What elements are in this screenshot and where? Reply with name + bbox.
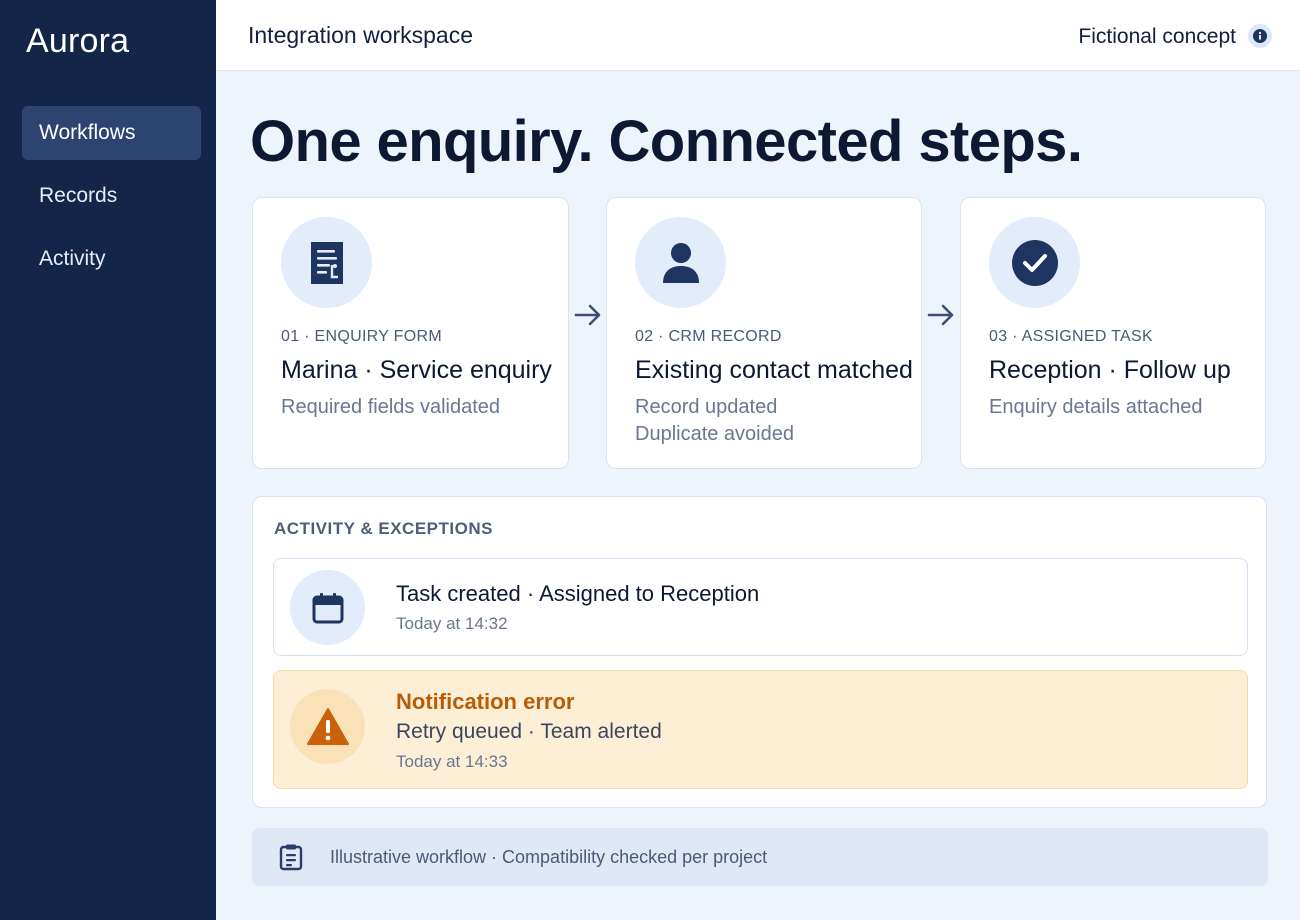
arrow-right-icon bbox=[574, 304, 601, 326]
activity-detail: Retry queued · Team alerted bbox=[396, 720, 662, 743]
step-icon-container bbox=[281, 217, 372, 308]
step-card-crm-record[interactable]: 02 · CRM RECORD Existing contact matched… bbox=[606, 197, 922, 469]
activity-icon-container bbox=[290, 689, 365, 764]
workspace-title: Integration workspace bbox=[248, 22, 474, 48]
step-detail-line: Record updated bbox=[635, 396, 778, 418]
step-tag: 02 · CRM RECORD bbox=[635, 328, 782, 345]
sidebar-nav: Workflows Records Activity bbox=[22, 106, 201, 295]
step-title: Reception · Follow up bbox=[989, 356, 1231, 384]
activity-item-notification-error[interactable]: Notification error Retry queued · Team a… bbox=[273, 670, 1248, 789]
app-window: Aurora Workflows Records Activity Integr… bbox=[0, 0, 1300, 920]
calendar-icon bbox=[312, 592, 343, 623]
sidebar-item-records[interactable]: Records bbox=[22, 169, 201, 223]
sidebar-item-activity[interactable]: Activity bbox=[22, 232, 201, 286]
brand-logo: Aurora bbox=[26, 22, 130, 60]
activity-item-task-created[interactable]: Task created · Assigned to Reception Tod… bbox=[273, 558, 1248, 656]
step-detail-line: Duplicate avoided bbox=[635, 423, 794, 445]
step-subtitle: Required fields validated bbox=[281, 394, 500, 421]
step-icon-container bbox=[989, 217, 1080, 308]
form-document-icon bbox=[310, 241, 343, 284]
info-icon bbox=[1253, 29, 1267, 43]
step-card-assigned-task[interactable]: 03 · ASSIGNED TASK Reception · Follow up… bbox=[960, 197, 1266, 469]
activity-timestamp: Today at 14:32 bbox=[396, 614, 508, 633]
step-tag: 01 · ENQUIRY FORM bbox=[281, 328, 442, 345]
person-icon bbox=[662, 242, 699, 283]
concept-label: Fictional concept bbox=[1078, 25, 1236, 48]
check-circle-icon bbox=[1011, 239, 1058, 286]
step-card-enquiry-form[interactable]: 01 · ENQUIRY FORM Marina · Service enqui… bbox=[252, 197, 569, 469]
activity-icon-container bbox=[290, 570, 365, 645]
step-detail-line: Enquiry details attached bbox=[989, 396, 1203, 418]
step-title: Marina · Service enquiry bbox=[281, 356, 552, 384]
activity-title: Notification error bbox=[396, 689, 575, 714]
warning-icon bbox=[306, 707, 349, 745]
footer-text: Illustrative workflow · Compatibility ch… bbox=[330, 847, 768, 867]
step-detail-line: Required fields validated bbox=[281, 396, 501, 418]
activity-timestamp: Today at 14:33 bbox=[396, 752, 508, 771]
clipboard-icon bbox=[279, 844, 303, 871]
activity-panel: ACTIVITY & EXCEPTIONS Task created · Ass… bbox=[252, 496, 1267, 808]
footer-note: Illustrative workflow · Compatibility ch… bbox=[252, 828, 1268, 886]
step-title: Existing contact matched bbox=[635, 356, 913, 384]
activity-title: Task created · Assigned to Reception bbox=[396, 581, 760, 606]
panel-heading: ACTIVITY & EXCEPTIONS bbox=[274, 519, 493, 538]
step-tag: 03 · ASSIGNED TASK bbox=[989, 328, 1153, 345]
step-subtitle: Enquiry details attached bbox=[989, 394, 1202, 421]
step-icon-container bbox=[635, 217, 726, 308]
sidebar: Aurora Workflows Records Activity bbox=[0, 0, 216, 920]
arrow-right-icon bbox=[927, 304, 954, 326]
step-subtitle: Record updated Duplicate avoided bbox=[635, 394, 794, 448]
top-bar: Integration workspace Fictional concept bbox=[216, 0, 1300, 71]
sidebar-item-workflows[interactable]: Workflows bbox=[22, 106, 201, 160]
info-button[interactable] bbox=[1248, 24, 1272, 48]
page-headline: One enquiry. Connected steps. bbox=[250, 109, 1083, 174]
